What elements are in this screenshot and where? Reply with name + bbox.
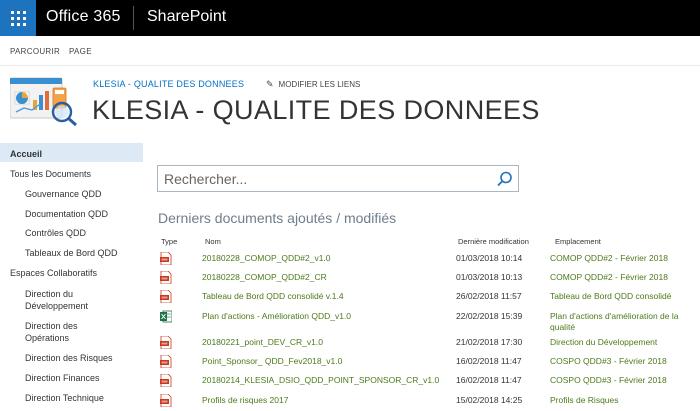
document-modified-date: 01/03/2018 10:13 (456, 272, 523, 282)
sharepoint-app-link[interactable]: SharePoint (147, 8, 226, 26)
table-row[interactable]: 20180214_KLESIA_DSIO_QDD_POINT_SPONSOR_C… (160, 373, 700, 391)
nav-item-direction-developpement-line2[interactable]: Développement (25, 300, 88, 312)
pdf-icon (160, 270, 172, 285)
nav-item-gouvernance[interactable]: Gouvernance QDD (25, 188, 102, 200)
nav-item-documentation[interactable]: Documentation QDD (25, 208, 108, 220)
nav-item-direction-developpement-line1[interactable]: Direction du (25, 288, 73, 300)
pdf-icon (160, 251, 172, 266)
document-location-link[interactable]: COMOP QDD#2 - Février 2018 (550, 272, 700, 283)
document-location-link[interactable]: Plan d'actions d'amélioration de la qual… (550, 311, 700, 333)
document-modified-date: 16/02/2018 11:47 (456, 375, 522, 385)
document-modified-date: 16/02/2018 11:47 (456, 356, 522, 366)
page-title: KLESIA - QUALITE DES DONNEES (92, 95, 540, 125)
document-name-link[interactable]: 20180228_COMOP_QDD#2_CR (202, 272, 327, 282)
search-box (157, 165, 519, 192)
nav-item-tableaux-de-bord[interactable]: Tableaux de Bord QDD (25, 247, 118, 259)
document-location-link[interactable]: COMOP QDD#2 - Février 2018 (550, 253, 700, 264)
document-name-link[interactable]: 20180228_COMOP_QDD#2_v1.0 (202, 253, 331, 263)
table-row[interactable]: 20180228_COMOP_QDD#2_CR 01/03/2018 10:13 C… (160, 270, 700, 288)
app-launcher-button[interactable] (0, 0, 36, 36)
nav-item-direction-finances[interactable]: Direction Finances (25, 372, 100, 384)
recent-documents-title: Derniers documents ajoutés / modifiés (158, 210, 397, 226)
nav-item-controles[interactable]: Contrôles QDD (25, 227, 86, 239)
document-name-link[interactable]: Tableau de Bord QDD consolidé v.1.4 (202, 291, 344, 301)
site-breadcrumb[interactable]: KLESIA - QUALITE DES DONNEES (93, 79, 244, 89)
edit-links-label: MODIFIER LES LIENS (278, 80, 361, 89)
tab-parcourir[interactable]: PARCOURIR (10, 47, 60, 56)
document-modified-date: 15/02/2018 14:25 (456, 395, 523, 405)
edit-links-button[interactable]: ✎ MODIFIER LES LIENS (266, 79, 360, 90)
pencil-icon: ✎ (266, 79, 274, 89)
pdf-icon (160, 335, 172, 350)
pdf-icon (160, 393, 172, 408)
column-header-type[interactable]: Type (161, 237, 177, 246)
column-header-derniere-modification[interactable]: Dernière modification (458, 237, 529, 246)
ribbon-bar: PARCOURIR PAGE (0, 36, 700, 66)
document-location-link[interactable]: Tableau de Bord QDD consolidé (550, 291, 700, 302)
suite-divider (133, 6, 134, 30)
document-name-link[interactable]: Profils de risques 2017 (202, 395, 288, 405)
pdf-icon (160, 289, 172, 304)
document-modified-date: 21/02/2018 17:30 (456, 337, 523, 347)
office365-brand-link[interactable]: Office 365 (46, 8, 121, 26)
suite-bar: Office 365 SharePoint (0, 0, 700, 36)
table-row[interactable]: 20180221_point_DEV_CR_v1.0 21/02/2018 17:… (160, 335, 700, 353)
tab-page[interactable]: PAGE (69, 47, 92, 56)
document-name-link[interactable]: 20180221_point_DEV_CR_v1.0 (202, 337, 323, 347)
document-location-link[interactable]: COSPO QDD#3 - Février 2018 (550, 356, 700, 367)
document-name-link[interactable]: Point_Sponsor_ QDD_Fev2018_v1.0 (202, 356, 342, 366)
document-name-link[interactable]: Plan d'actions - Amélioration QDD_v1.0 (202, 311, 351, 321)
nav-item-direction-operations-line2[interactable]: Opérations (25, 332, 69, 344)
column-header-nom[interactable]: Nom (205, 237, 221, 246)
site-logo[interactable] (10, 74, 78, 126)
nav-item-accueil[interactable]: Accueil (10, 148, 42, 160)
pdf-icon (160, 373, 172, 388)
table-row[interactable]: 20180228_COMOP_QDD#2_v1.0 01/03/2018 10:1… (160, 251, 700, 269)
table-row[interactable]: Point_Sponsor_ QDD_Fev2018_v1.0 16/02/201… (160, 354, 700, 372)
document-modified-date: 22/02/2018 15:39 (456, 311, 523, 321)
nav-item-direction-technique[interactable]: Direction Technique (25, 392, 104, 404)
column-header-emplacement[interactable]: Emplacement (555, 237, 601, 246)
document-location-link[interactable]: COSPO QDD#3 - Février 2018 (550, 375, 700, 386)
table-row[interactable]: Profils de risques 2017 15/02/2018 14:25 P… (160, 393, 700, 411)
waffle-icon (11, 11, 26, 26)
document-location-link[interactable]: Direction du Développement (550, 337, 700, 348)
nav-item-direction-risques[interactable]: Direction des Risques (25, 352, 113, 364)
search-input[interactable] (164, 170, 484, 188)
search-icon[interactable] (496, 170, 514, 188)
nav-item-tous-les-documents[interactable]: Tous les Documents (10, 168, 91, 180)
document-name-link[interactable]: 20180214_KLESIA_DSIO_QDD_POINT_SPONSOR_C… (202, 375, 439, 385)
pdf-icon (160, 354, 172, 369)
document-modified-date: 26/02/2018 11:57 (456, 291, 522, 301)
table-row[interactable]: Tableau de Bord QDD consolidé v.1.4 26/02… (160, 289, 700, 307)
nav-item-direction-operations-line1[interactable]: Direction des (25, 320, 78, 332)
document-location-link[interactable]: Profils de Risques (550, 395, 700, 406)
document-modified-date: 01/03/2018 10:14 (456, 253, 523, 263)
table-row[interactable]: Plan d'actions - Amélioration QDD_v1.0 22… (160, 309, 700, 332)
nav-item-espaces-collaboratifs[interactable]: Espaces Collaboratifs (10, 267, 97, 279)
excel-icon (160, 310, 173, 323)
